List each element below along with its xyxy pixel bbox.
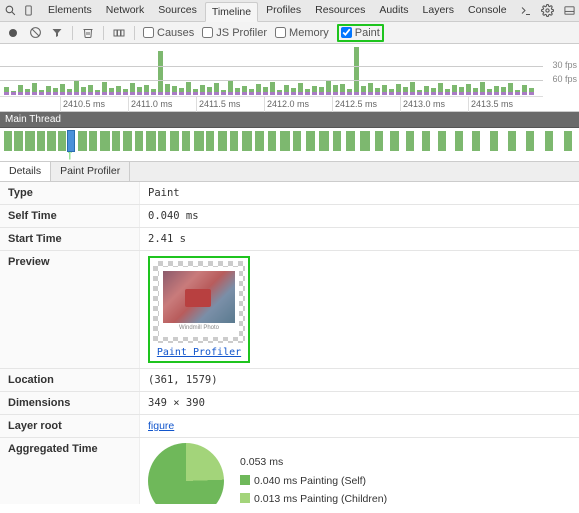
separator <box>103 26 104 40</box>
causes-checkbox[interactable]: Causes <box>143 27 194 39</box>
tab-sources[interactable]: Sources <box>152 1 203 21</box>
preview-highlight: Windmill Photo Paint Profiler <box>148 256 250 363</box>
tab-resources[interactable]: Resources <box>309 1 371 21</box>
time-tick: 2412.5 ms <box>332 97 377 112</box>
gear-icon[interactable] <box>541 4 555 18</box>
causes-label: Causes <box>157 27 194 39</box>
tab-paint-profiler[interactable]: Paint Profiler <box>51 162 130 181</box>
tab-layers[interactable]: Layers <box>417 1 461 21</box>
main-thread-strip[interactable]: ↑ <box>0 128 579 162</box>
dimensions-value: 349 × 390 <box>140 392 579 414</box>
time-tick: 2412.0 ms <box>264 97 309 112</box>
device-icon[interactable] <box>23 4 34 18</box>
starttime-value: 2.41 s <box>140 228 579 250</box>
time-tick: 2410.5 ms <box>60 97 105 112</box>
timeline-toolbar: Causes JS Profiler Memory Paint <box>0 22 579 44</box>
tab-details[interactable]: Details <box>0 162 51 181</box>
panel-tabs: Elements Network Sources Timeline Profil… <box>42 1 513 21</box>
memory-checkbox[interactable]: Memory <box>275 27 329 39</box>
swatch-children-icon <box>240 493 250 503</box>
agg-children: 0.013 ms Painting (Children) <box>254 493 387 504</box>
tab-network[interactable]: Network <box>100 1 151 21</box>
memory-label: Memory <box>289 27 329 39</box>
aggtime-key: Aggregated Time <box>0 438 140 504</box>
paint-checkbox[interactable]: Paint <box>341 27 380 39</box>
tab-timeline[interactable]: Timeline <box>205 2 258 22</box>
starttime-key: Start Time <box>0 228 140 250</box>
paint-label: Paint <box>355 27 380 39</box>
type-key: Type <box>0 182 140 204</box>
fps-60-label: 60 fps <box>552 74 577 84</box>
preview-thumbnail: Windmill Photo <box>153 261 245 343</box>
fps-30-label: 30 fps <box>552 60 577 70</box>
separator <box>134 26 135 40</box>
time-tick: 2411.0 ms <box>128 97 172 112</box>
fps-30-line <box>0 66 543 67</box>
console-toggle-icon[interactable] <box>519 4 533 18</box>
preview-caption: Windmill Photo <box>163 325 235 331</box>
time-ruler: 2410.5 ms 2411.0 ms 2411.5 ms 2412.0 ms 2412… <box>0 96 543 111</box>
type-value: Paint <box>140 182 579 204</box>
preview-image <box>163 271 235 323</box>
fps-overview[interactable]: 30 fps 60 fps 2410.5 ms 2411.0 ms 2411.5 m… <box>0 44 579 112</box>
frames-icon[interactable] <box>112 26 126 40</box>
time-tick: 2413.5 ms <box>468 97 513 112</box>
paint-profiler-link[interactable]: Paint Profiler <box>153 347 245 358</box>
filter-icon[interactable] <box>50 26 64 40</box>
record-icon[interactable] <box>6 26 20 40</box>
event-detail-tabs: Details Paint Profiler <box>0 162 579 182</box>
separator <box>72 26 73 40</box>
agg-total: 0.053 ms <box>240 453 387 472</box>
layerroot-key: Layer root <box>0 415 140 437</box>
selftime-value: 0.040 ms <box>140 205 579 227</box>
main-thread-label: Main Thread <box>0 112 579 128</box>
tab-profiles[interactable]: Profiles <box>260 1 307 21</box>
devtools-tabbar: Elements Network Sources Timeline Profil… <box>0 0 579 22</box>
trash-icon[interactable] <box>81 26 95 40</box>
tab-audits[interactable]: Audits <box>373 1 414 21</box>
preview-key: Preview <box>0 251 140 368</box>
time-tick: 2413.0 ms <box>400 97 445 112</box>
jsprofiler-checkbox[interactable]: JS Profiler <box>202 27 267 39</box>
tab-elements[interactable]: Elements <box>42 1 98 21</box>
search-icon[interactable] <box>4 4 17 18</box>
aggregated-pie-chart <box>148 443 224 504</box>
location-value: (361, 1579) <box>140 369 579 391</box>
dock-icon[interactable] <box>563 4 577 18</box>
swatch-self-icon <box>240 475 250 485</box>
clear-icon[interactable] <box>28 26 42 40</box>
location-key: Location <box>0 369 140 391</box>
agg-self: 0.040 ms Painting (Self) <box>254 475 366 487</box>
fps-60-line <box>0 80 543 81</box>
jsprofiler-label: JS Profiler <box>216 27 267 39</box>
tab-console[interactable]: Console <box>462 1 513 21</box>
details-pane[interactable]: TypePaint Self Time0.040 ms Start Time2.… <box>0 182 579 504</box>
pie-legend: 0.053 ms 0.040 ms Painting (Self) 0.013 … <box>240 453 387 504</box>
selftime-key: Self Time <box>0 205 140 227</box>
time-tick: 2411.5 ms <box>196 97 240 112</box>
paint-highlight: Paint <box>337 24 384 42</box>
dimensions-key: Dimensions <box>0 392 140 414</box>
layerroot-link[interactable]: figure <box>148 420 174 432</box>
